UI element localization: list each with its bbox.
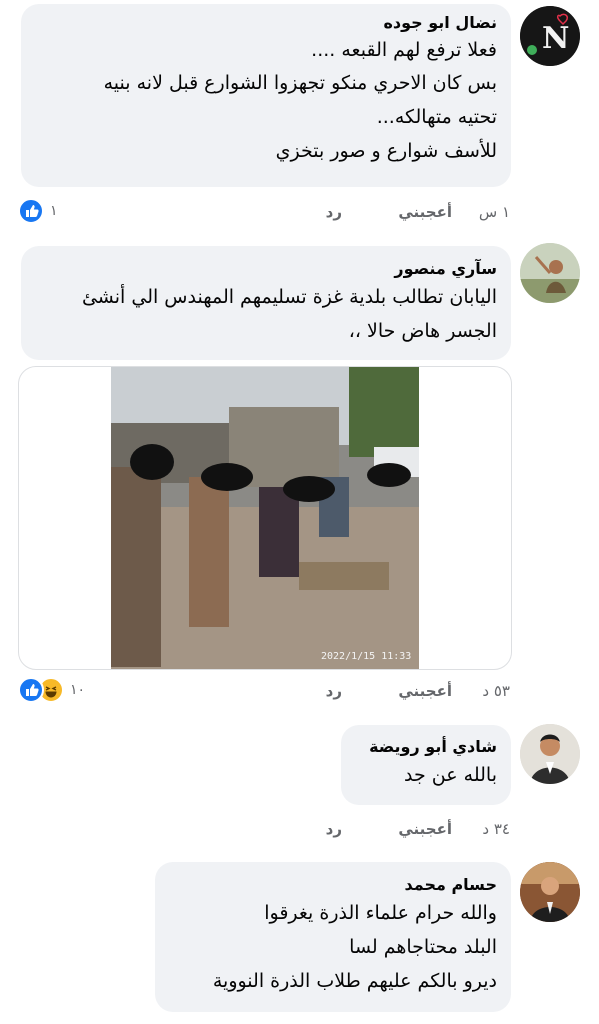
street-photo-image — [111, 367, 419, 669]
comment-bubble: سآري منصور اليابان تطالب بلدية غزة تسليم… — [21, 246, 511, 360]
comment-bubble: حسام محمد والله حرام علماء الذرة يغرقوا … — [155, 862, 511, 1012]
comment-author[interactable]: حسام محمد — [169, 874, 497, 896]
photo-timestamp: 2022/1/15 11:33 — [321, 651, 412, 662]
comment-text-line: ديرو بالكم عليهم طلاب الذرة النووية — [212, 970, 497, 992]
comment-text-line: فعلا ترفع لهم القبعه .... — [311, 39, 497, 61]
avatar-logo-icon: N — [520, 6, 580, 66]
comment-actions: ٣٤ د أعجبني رد — [300, 818, 510, 840]
reaction-count: ١ — [50, 203, 58, 219]
comment-author[interactable]: شادي أبو رويضة — [355, 736, 497, 758]
comment-text-line: بس كان الاحري منكو تجهزوا الشوارع قبل لا… — [103, 72, 497, 94]
like-reaction-icon — [18, 198, 44, 224]
reaction-count: ١٠ — [70, 682, 86, 698]
reaction-summary[interactable]: ١ — [18, 198, 58, 224]
like-button[interactable]: أعجبني — [398, 818, 452, 840]
avatar[interactable] — [520, 724, 580, 784]
comment-bubble: نضال ابو جوده فعلا ترفع لهم القبعه .... … — [21, 4, 511, 187]
comment-text-line: الجسر هاض حالا ،، — [348, 320, 497, 342]
comment-time[interactable]: ١ س — [479, 201, 510, 223]
comment-actions: ٥٣ د أعجبني رد — [300, 680, 510, 702]
comment-text-line: والله حرام علماء الذرة يغرقوا — [264, 902, 497, 924]
like-button[interactable]: أعجبني — [398, 680, 452, 702]
comment-author[interactable]: نضال ابو جوده — [35, 12, 497, 34]
svg-text:N: N — [542, 21, 569, 56]
comment-bubble: شادي أبو رويضة بالله عن جد — [341, 725, 511, 805]
comment-time[interactable]: ٥٣ د — [482, 680, 510, 702]
reaction-summary[interactable]: ١٠ — [18, 677, 85, 703]
avatar-person-icon — [520, 243, 580, 303]
comment-actions: ١ س أعجبني رد — [300, 201, 510, 223]
reply-button[interactable]: رد — [326, 201, 342, 223]
comment-author[interactable]: سآري منصور — [35, 258, 497, 280]
comment-text-line: بالله عن جد — [404, 764, 497, 786]
avatar[interactable] — [520, 243, 580, 303]
comment-text-line: للأسف شوارع و صور بتخزي — [275, 140, 497, 162]
avatar-person-icon — [520, 724, 580, 784]
comment-text-line: البلد محتاجاهم لسا — [349, 936, 497, 958]
avatar[interactable]: N — [520, 6, 580, 66]
like-reaction-icon — [18, 677, 44, 703]
comment-text-line: اليابان تطالب بلدية غزة تسليمهم المهندس … — [81, 286, 497, 308]
comment-photo[interactable]: 2022/1/15 11:33 — [18, 366, 512, 670]
reply-button[interactable]: رد — [326, 680, 342, 702]
avatar-person-icon — [520, 862, 580, 922]
comment-text-line: تحتيه متهالكه... — [376, 106, 497, 128]
like-button[interactable]: أعجبني — [398, 201, 452, 223]
reply-button[interactable]: رد — [326, 818, 342, 840]
avatar[interactable] — [520, 862, 580, 922]
comment-time[interactable]: ٣٤ د — [482, 818, 510, 840]
